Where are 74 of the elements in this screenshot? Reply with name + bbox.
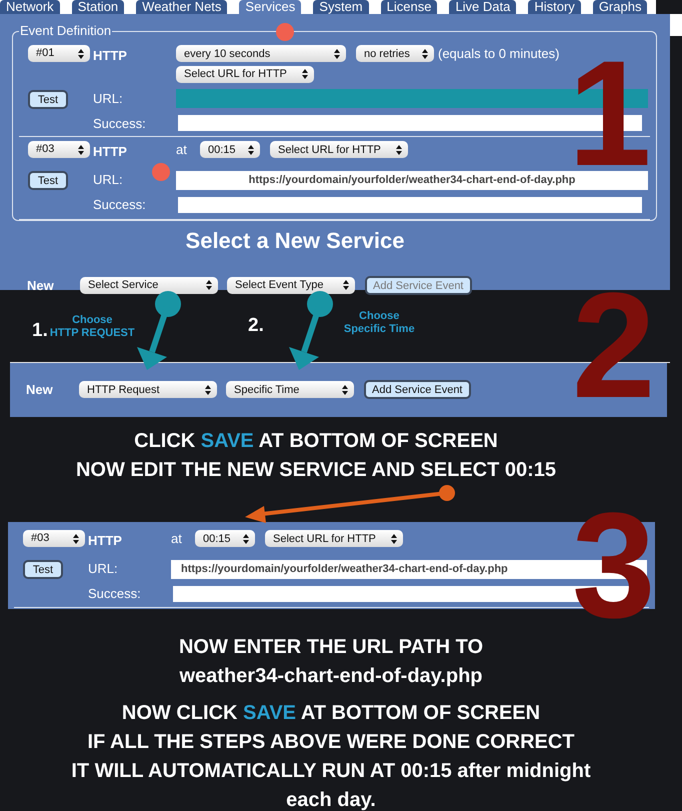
tab[interactable]: Network [0, 0, 60, 14]
event-type-dropdown[interactable]: Specific Time [226, 381, 354, 398]
instruction-text: NOW CLICK SAVE AT BOTTOM OF SCREEN [122, 700, 540, 726]
field-label: URL: [93, 90, 123, 108]
success-input-field[interactable] [178, 196, 642, 213]
field-label: URL: [93, 171, 123, 190]
url-dropdown[interactable]: Select URL for HTTP [265, 530, 403, 548]
up-down-chevron-icon [248, 144, 254, 155]
tab[interactable]: Services [239, 0, 302, 14]
event-number-dropdown[interactable]: #01 [28, 45, 90, 62]
button[interactable]: Test [28, 90, 68, 108]
tab[interactable]: Graphs [592, 0, 648, 14]
up-down-chevron-icon [78, 144, 84, 154]
instruction-text: NOW ENTER THE URL PATH TO [178, 634, 484, 660]
event-type-dropdown[interactable]: Select Event Type [227, 276, 355, 294]
url-input-field[interactable]: https://yourdomain/yourfolder/weather34-chart-end-of-day.php [176, 170, 648, 190]
time-dropdown[interactable]: 00:15 [195, 530, 255, 548]
field-label: Success: [93, 196, 146, 214]
up-down-chevron-icon [73, 534, 79, 544]
service-dropdown[interactable]: HTTP Request [79, 381, 217, 398]
retries-dropdown[interactable]: no retries [356, 45, 434, 62]
up-down-chevron-icon [422, 48, 428, 59]
step-hint: HTTP REQUEST [50, 327, 135, 340]
event-number-dropdown[interactable]: #03 [23, 530, 85, 547]
section-heading: Select a New Service [184, 226, 406, 254]
up-down-chevron-icon [391, 534, 397, 544]
marker-dot [152, 163, 170, 181]
button[interactable]: Test [28, 171, 68, 190]
instruction-text: IT WILL AUTOMATICALLY RUN AT 00:15 after midnight [71, 758, 591, 784]
up-down-chevron-icon [206, 280, 212, 290]
at-label: at [171, 530, 183, 548]
step-hint: Specific Time [344, 323, 415, 336]
field-label: Success: [93, 114, 146, 132]
field-label: Success: [88, 585, 141, 603]
url-dropdown[interactable]: Select URL for HTTP [176, 66, 314, 82]
interval-note: (equals to 0 minutes) [438, 45, 560, 63]
field-label: URL: [88, 560, 118, 578]
service-name: HTTP [93, 144, 127, 159]
url-dropdown[interactable]: Select URL for HTTP [270, 141, 408, 158]
instruction-text: weather34-chart-end-of-day.php [180, 664, 482, 688]
tab[interactable]: System [313, 0, 369, 14]
instruction-text: CLICK SAVE AT BOTTOM OF SCREEN [134, 429, 498, 454]
new-label: New [27, 276, 55, 294]
at-label: at [176, 141, 188, 159]
time-dropdown[interactable]: 00:15 [200, 141, 260, 158]
up-down-chevron-icon [205, 384, 211, 395]
up-down-chevron-icon [302, 69, 308, 79]
up-down-chevron-icon [243, 534, 249, 544]
step-hint: Choose [359, 310, 400, 323]
step-number: 1. [32, 318, 48, 343]
tab[interactable]: History [528, 0, 581, 14]
event-number-dropdown[interactable]: #03 [28, 141, 90, 158]
tab[interactable]: Station [72, 0, 124, 14]
service-name: HTTP [93, 48, 127, 63]
instruction-text: IF ALL THE STEPS ABOVE WERE DONE CORRECT [87, 730, 575, 754]
button[interactable]: Test [23, 560, 63, 579]
service-name: HTTP [88, 533, 122, 548]
up-down-chevron-icon [342, 384, 348, 395]
up-down-chevron-icon [78, 48, 84, 58]
marker-dot [276, 23, 294, 41]
up-down-chevron-icon [334, 48, 340, 59]
new-label: New [26, 381, 54, 399]
instruction-text: each day. [286, 788, 376, 811]
step-hint: Choose [72, 314, 112, 327]
up-down-chevron-icon [343, 280, 349, 290]
step-number: 2. [248, 314, 264, 338]
tab[interactable]: License [380, 0, 438, 14]
tab[interactable]: Live Data [449, 0, 516, 14]
tab[interactable]: Weather Nets [136, 0, 228, 14]
instruction-text: NOW EDIT THE NEW SERVICE AND SELECT 00:15 [76, 458, 556, 483]
button[interactable]: Add Service Event [364, 380, 470, 400]
up-down-chevron-icon [396, 144, 402, 155]
service-dropdown[interactable]: Select Service [80, 276, 218, 294]
interval-dropdown[interactable]: every 10 seconds [176, 45, 346, 62]
